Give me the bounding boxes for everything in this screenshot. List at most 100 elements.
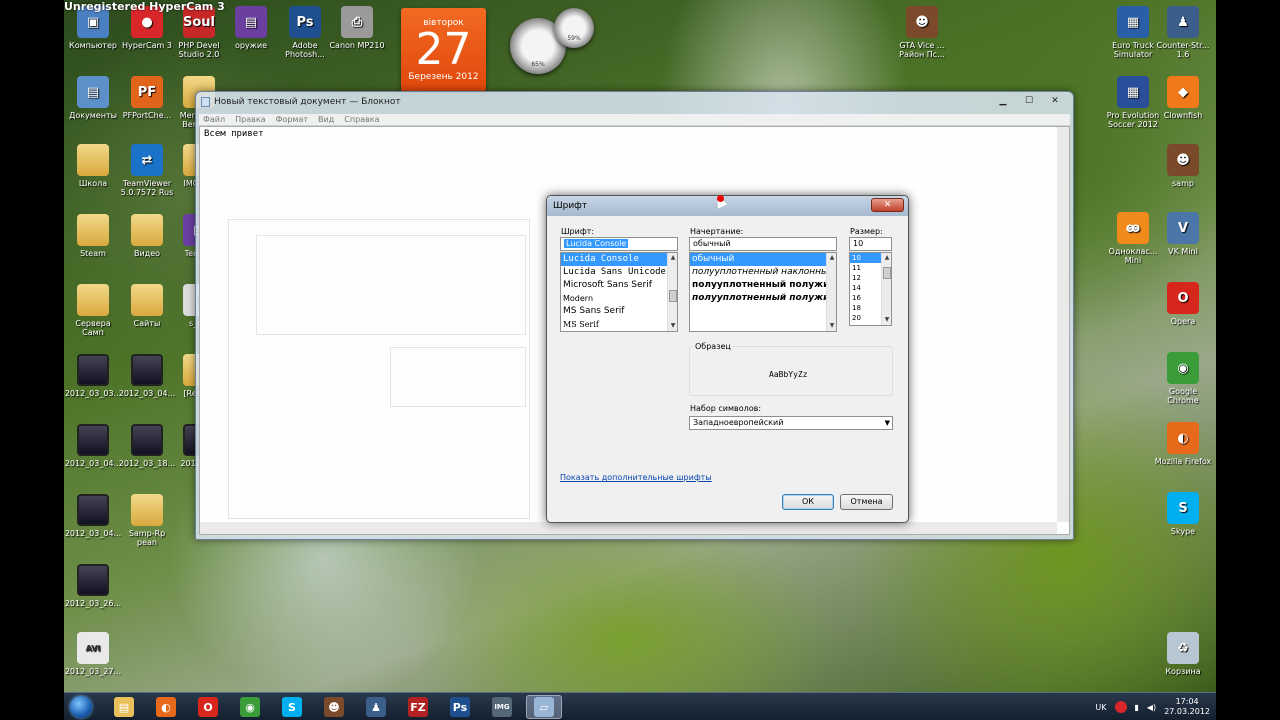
font-name-input[interactable]: Lucida Console (560, 237, 678, 251)
menu-edit[interactable]: Правка (235, 114, 265, 125)
start-button[interactable] (70, 696, 92, 718)
list-item[interactable]: Modern (561, 292, 677, 305)
font-size-input[interactable]: 10 (849, 237, 892, 251)
font-list-scrollbar[interactable]: ▲ ▼ (667, 253, 677, 331)
list-item[interactable]: полууплотненный полужирный наклонный (690, 292, 836, 305)
desktop-icon[interactable]: Видео (118, 214, 176, 258)
desktop-icon[interactable]: 2012_03_04... (64, 424, 122, 468)
font-dialog-titlebar[interactable]: Шрифт ✕ (547, 196, 908, 216)
list-item[interactable]: MS Sans Serif (561, 305, 677, 318)
desktop-icon[interactable]: ◆ Clownfish (1154, 76, 1212, 120)
desktop-icon[interactable]: 2012_03_04... (118, 354, 176, 398)
desktop-icon[interactable]: Ps Adobe Photosh... (276, 6, 334, 59)
list-item[interactable]: Lucida Sans Unicode (561, 266, 677, 279)
notepad-vertical-scrollbar[interactable] (1057, 127, 1069, 522)
taskbar-item[interactable]: O (190, 695, 226, 719)
calendar-gadget[interactable]: вівторок 27 Березень 2012 (401, 8, 486, 92)
taskbar-item[interactable]: ▱ (526, 695, 562, 719)
volume-icon[interactable]: ◀) (1147, 703, 1156, 712)
desktop-icon[interactable]: Samp-Rp pean (118, 494, 176, 547)
desktop-icon[interactable]: Сервера Самп (64, 284, 122, 337)
taskbar-item[interactable]: ◉ (232, 695, 268, 719)
scroll-down-icon[interactable]: ▼ (827, 321, 836, 331)
scroll-down-icon[interactable]: ▼ (882, 315, 891, 325)
desktop-icon[interactable]: ♻ Корзина (1154, 632, 1212, 676)
desktop-icon[interactable]: ☻ GTA Vice ... Район Пс... (893, 6, 951, 59)
desktop-icon[interactable]: ▤ оружие (222, 6, 280, 50)
font-name-list[interactable]: Lucida Console Lucida Sans Unicode Microso… (560, 252, 678, 332)
menu-format[interactable]: Формат (276, 114, 308, 125)
clock[interactable]: 17:04 27.03.2012 (1164, 697, 1210, 717)
list-item[interactable]: Microsoft Sans Serif (561, 279, 677, 292)
desktop-icon[interactable]: ⎙ Canon MP210 (328, 6, 386, 50)
desktop-icon[interactable]: AVI 2012_03_27... (64, 632, 122, 676)
font-style-list[interactable]: обычный полууплотненный наклонный полуупло… (689, 252, 837, 332)
scroll-up-icon[interactable]: ▲ (827, 253, 836, 263)
desktop-icon[interactable]: 2012_03_03... (64, 354, 122, 398)
notepad-horizontal-scrollbar[interactable] (200, 522, 1057, 534)
desktop-icon[interactable]: PF PFPortChe... (118, 76, 176, 120)
list-item[interactable]: обычный (690, 253, 836, 266)
style-list-scrollbar[interactable]: ▲ ▼ (826, 253, 836, 331)
font-dialog-close-button[interactable]: ✕ (871, 198, 904, 212)
show-more-fonts-link[interactable]: Показать дополнительные шрифты (560, 473, 712, 482)
network-icon[interactable]: ▮ (1135, 703, 1139, 712)
list-item[interactable]: MS Serif (561, 318, 677, 331)
font-style-input[interactable]: обычный (689, 237, 837, 251)
ghost-dialog-panel (256, 235, 526, 335)
avi-file-icon: AVI (77, 632, 109, 664)
close-button[interactable]: ✕ (1043, 94, 1067, 108)
font-size-list[interactable]: 10 11 12 14 16 18 20 ▲ ▼ (849, 252, 892, 326)
menu-help[interactable]: Справка (344, 114, 379, 125)
opera-icon: O (198, 697, 218, 717)
charset-label: Набор символов: (690, 404, 762, 413)
scroll-up-icon[interactable]: ▲ (882, 253, 891, 263)
list-item[interactable]: Lucida Console (561, 253, 677, 266)
taskbar-item[interactable]: ♟ (358, 695, 394, 719)
scroll-up-icon[interactable]: ▲ (668, 253, 677, 263)
desktop-icon[interactable]: V VK Mini (1154, 212, 1212, 256)
maximize-button[interactable]: ☐ (1017, 94, 1041, 108)
desktop-icon[interactable]: ▤ Документы (64, 76, 122, 120)
menu-file[interactable]: Файл (203, 114, 225, 125)
desktop-icon[interactable]: 2012_03_18... (118, 424, 176, 468)
font-dialog[interactable]: Шрифт ✕ Шрифт: Lucida Console Lucida Con… (546, 195, 909, 523)
list-item[interactable]: полууплотненный наклонный (690, 266, 836, 279)
charset-select[interactable]: Западноевропейский ▼ (689, 416, 893, 430)
desktop-icon[interactable]: ⇄ TeamViewer 5.0.7572 Rus (118, 144, 176, 197)
menu-view[interactable]: Вид (318, 114, 334, 125)
desktop-icon[interactable]: Школа (64, 144, 122, 188)
taskbar-item[interactable]: IMG (484, 695, 520, 719)
desktop-icon[interactable]: ♟ Counter-Str... 1.6 (1154, 6, 1212, 59)
taskbar-item[interactable]: Ps (442, 695, 478, 719)
hypercam-tray-icon[interactable] (1114, 701, 1127, 713)
scroll-down-icon[interactable]: ▼ (668, 321, 677, 331)
scroll-thumb[interactable] (883, 267, 891, 279)
desktop-icon[interactable]: ☻ samp (1154, 144, 1212, 188)
desktop-icon[interactable]: Сайты (118, 284, 176, 328)
notepad-content: Всем привет (204, 129, 264, 139)
memory-meter-gauge[interactable]: 59% (554, 8, 594, 48)
list-item[interactable]: полууплотненный полужирный (690, 279, 836, 292)
scroll-thumb[interactable] (669, 290, 677, 302)
samp-icon: ☻ (324, 697, 344, 717)
taskbar-item[interactable]: FZ (400, 695, 436, 719)
taskbar-item[interactable]: ☻ (316, 695, 352, 719)
desktop-icon[interactable]: ◐ Mozilla Firefox (1154, 422, 1212, 466)
desktop-icon[interactable]: Soul PHP Devel Studio 2.0 (170, 6, 228, 59)
minimize-button[interactable]: ▁ (991, 94, 1015, 108)
taskbar-item[interactable]: ◐ (148, 695, 184, 719)
cancel-button[interactable]: Отмена (840, 494, 893, 510)
desktop-icon[interactable]: S Skype (1154, 492, 1212, 536)
desktop-icon[interactable]: ◉ Google Chrome (1154, 352, 1212, 405)
language-indicator[interactable]: UK (1095, 703, 1106, 712)
size-list-scrollbar[interactable]: ▲ ▼ (881, 253, 891, 325)
desktop-icon[interactable]: Steam (64, 214, 122, 258)
taskbar-item[interactable]: ▤ (106, 695, 142, 719)
desktop-icon[interactable]: O Opera (1154, 282, 1212, 326)
taskbar-item[interactable]: S (274, 695, 310, 719)
desktop-icon[interactable]: 2012_03_26... (64, 564, 122, 608)
desktop-icon[interactable]: 2012_03_04... (64, 494, 122, 538)
notepad-titlebar[interactable]: Новый текстовый документ — Блокнот ▁ ☐ ✕ (196, 92, 1073, 112)
ok-button[interactable]: ОК (782, 494, 834, 510)
